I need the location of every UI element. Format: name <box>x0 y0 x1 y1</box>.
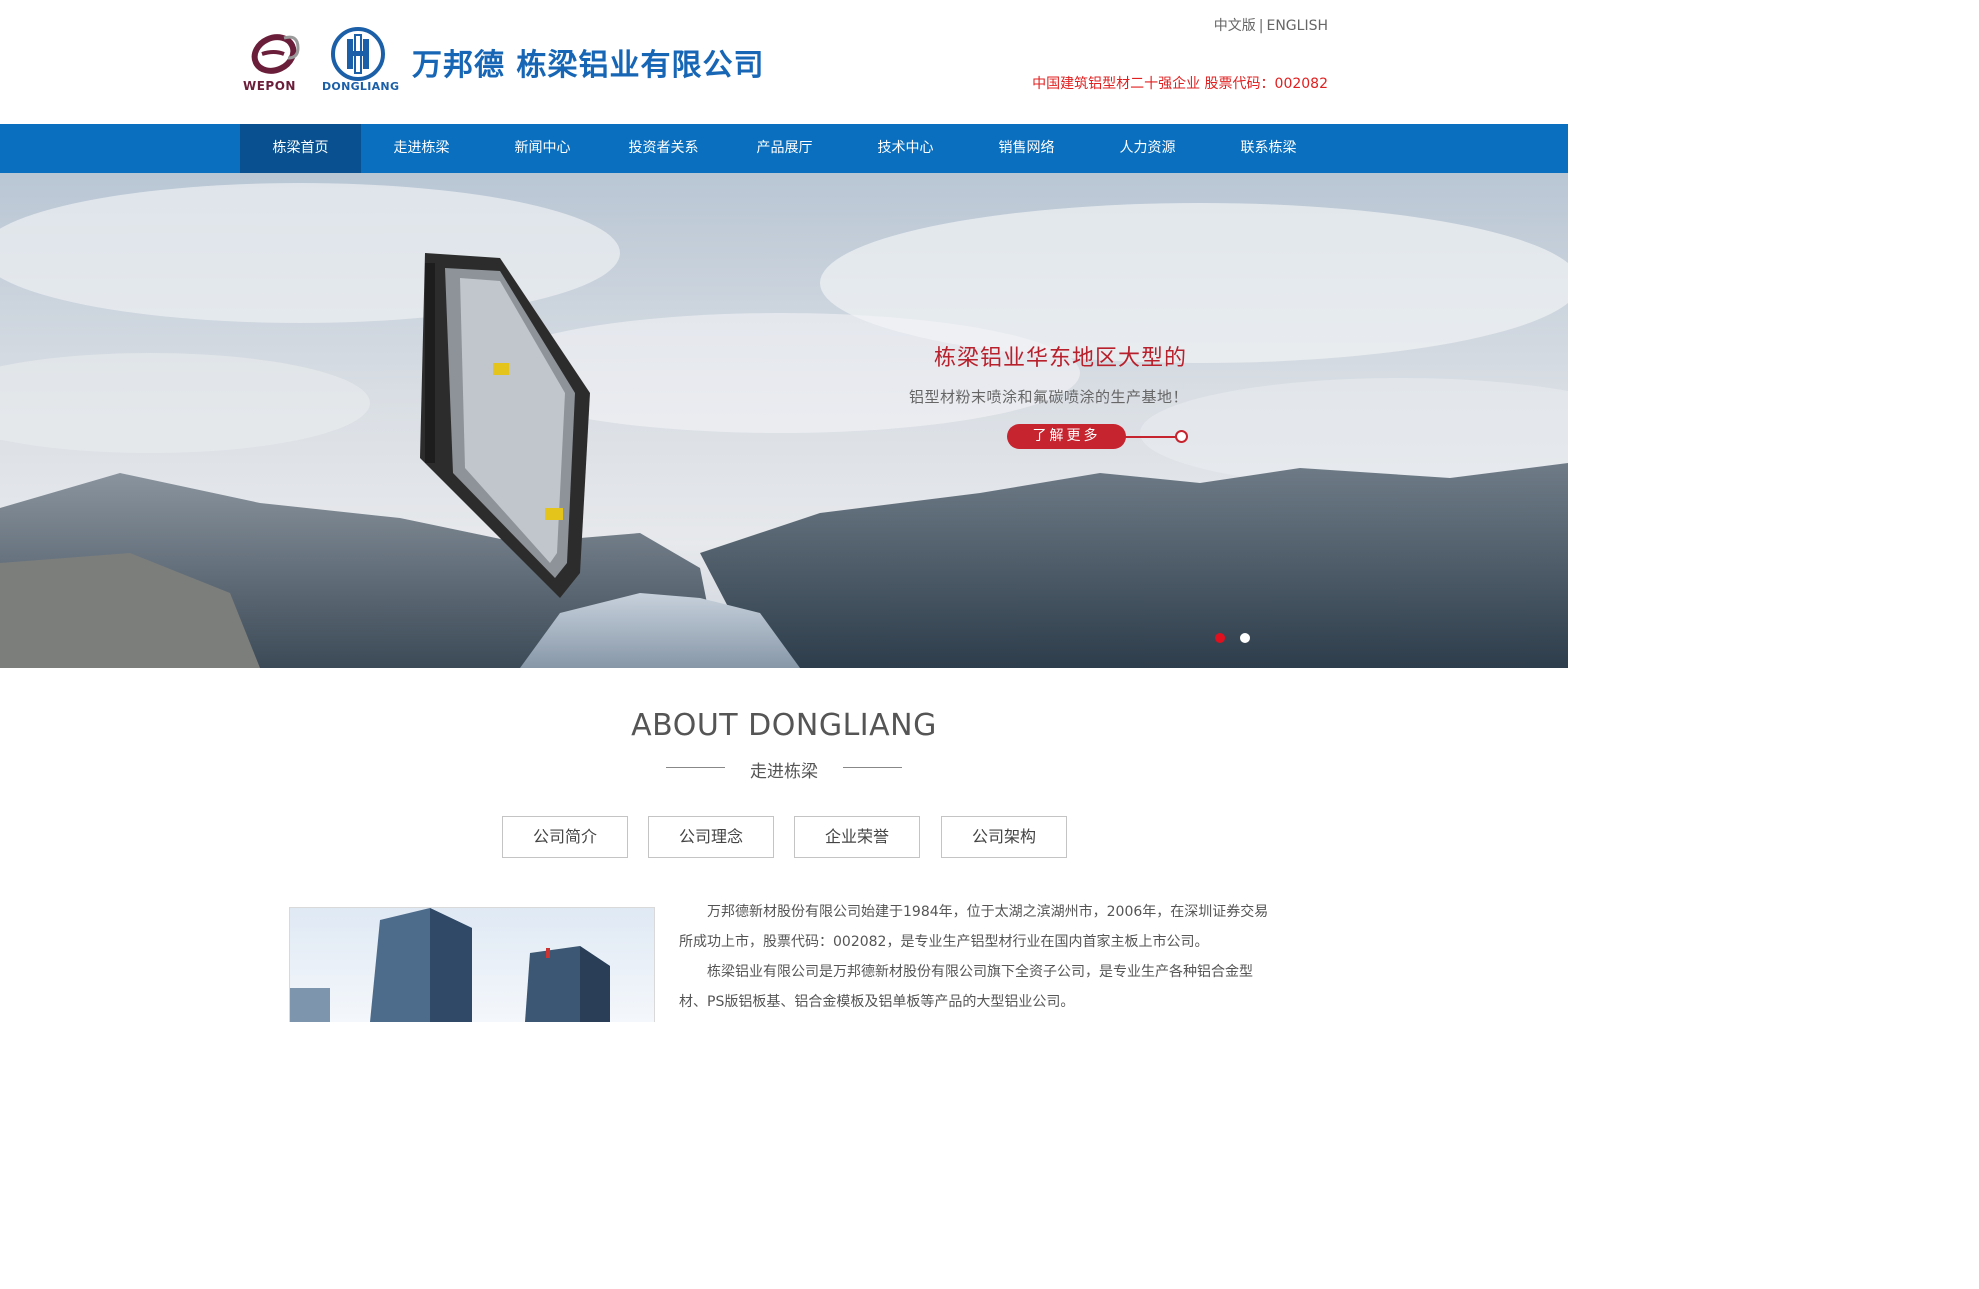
nav-item-hr[interactable]: 人力资源 <box>1087 124 1208 173</box>
banner-landscape-image <box>0 173 1568 668</box>
nav-item-products[interactable]: 产品展厅 <box>724 124 845 173</box>
learn-more-line <box>1124 436 1176 438</box>
about-paragraph-2: 栋梁铝业有限公司是万邦德新材股份有限公司旗下全资子公司，是专业生产各种铝合金型材… <box>679 964 1253 1010</box>
lang-separator: | <box>1258 18 1264 34</box>
main-nav: 栋梁首页 走进栋梁 新闻中心 投资者关系 产品展厅 技术中心 销售网络 人力资源… <box>0 124 1568 173</box>
nav-item-home[interactable]: 栋梁首页 <box>240 124 361 173</box>
banner-subtitle: 铝型材粉末喷涂和氟碳喷涂的生产基地！ <box>909 388 1189 406</box>
about-paragraph-1: 万邦德新材股份有限公司始建于1984年，位于太湖之滨湖州市，2006年，在深圳证… <box>679 904 1269 950</box>
company-name: 万邦德 栋梁铝业有限公司 <box>412 48 765 83</box>
about-subtitle: 走进栋梁 <box>750 762 818 782</box>
nav-item-investors[interactable]: 投资者关系 <box>603 124 724 173</box>
learn-more-ring-icon <box>1175 430 1188 443</box>
wepon-logo-text: WEPON <box>243 79 296 93</box>
slide-dot-1[interactable] <box>1215 633 1225 643</box>
about-divider-right <box>843 767 902 768</box>
dongliang-logo-text: DONGLIANG <box>322 80 400 93</box>
tab-company-philosophy[interactable]: 公司理念 <box>648 816 774 858</box>
hero-banner[interactable]: 栋梁铝业华东地区大型的 铝型材粉末喷涂和氟碳喷涂的生产基地！ 了解更多 <box>0 173 1568 668</box>
tab-company-structure[interactable]: 公司架构 <box>941 816 1067 858</box>
nav-item-technology[interactable]: 技术中心 <box>845 124 966 173</box>
tab-company-honors[interactable]: 企业荣誉 <box>794 816 920 858</box>
language-switch: 中文版 | ENGLISH <box>1214 15 1328 35</box>
tab-company-intro[interactable]: 公司简介 <box>502 816 628 858</box>
site-header: WEPON DONGLIANG 万邦德 栋梁铝业有限公司 中文版 | ENGLISH… <box>0 0 1568 124</box>
about-text: 万邦德新材股份有限公司始建于1984年，位于太湖之滨湖州市，2006年，在深圳证… <box>679 897 1279 1017</box>
window-profile-image <box>420 253 590 598</box>
banner-title: 栋梁铝业华东地区大型的 <box>934 346 1188 371</box>
nav-item-news[interactable]: 新闻中心 <box>482 124 603 173</box>
header-tagline: 中国建筑铝型材二十强企业 股票代码：002082 <box>1032 76 1328 92</box>
about-title: ABOUT DONGLIANG <box>631 708 937 743</box>
nav-item-sales[interactable]: 销售网络 <box>966 124 1087 173</box>
slide-dot-2[interactable] <box>1240 633 1250 643</box>
nav-item-about[interactable]: 走进栋梁 <box>361 124 482 173</box>
learn-more-button[interactable]: 了解更多 <box>1007 424 1126 449</box>
lang-zh-link[interactable]: 中文版 <box>1214 18 1256 34</box>
lang-en-link[interactable]: ENGLISH <box>1266 18 1328 34</box>
nav-item-contact[interactable]: 联系栋梁 <box>1208 124 1329 173</box>
dongliang-logo-icon[interactable] <box>330 26 386 82</box>
about-buildings-image <box>289 907 655 1022</box>
